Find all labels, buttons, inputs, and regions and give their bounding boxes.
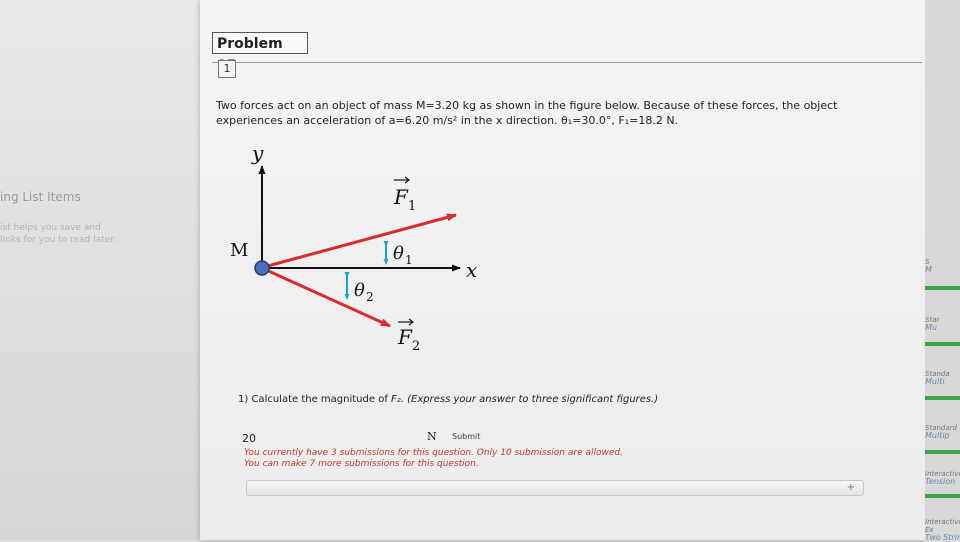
mass-label: M	[230, 240, 248, 261]
reading-list-title: ing List Items	[0, 190, 81, 204]
related-item-label-1: Interactive	[925, 470, 960, 478]
progress-bar	[925, 342, 960, 346]
related-item-label-1: Standa	[925, 370, 950, 378]
related-item-label-2: Multip	[925, 432, 950, 440]
related-item-label-1: Interactive Ex	[925, 518, 960, 534]
related-item-label-2: Multi	[925, 378, 945, 386]
progress-bar	[925, 450, 960, 454]
related-item[interactable]: Interactive Ex Two String	[925, 518, 960, 542]
related-item-label-1: S	[925, 258, 930, 266]
f2-label: F	[397, 325, 413, 349]
question-text-after: . (Express your answer to three signific…	[400, 394, 659, 405]
f1-label: F	[393, 185, 409, 209]
question-f2-symbol: F₂	[391, 394, 401, 405]
problem-text-line-2: experiences an acceleration of a=6.20 m/…	[216, 114, 679, 127]
theta1-subscript: 1	[405, 253, 413, 267]
theta2-symbol: θ	[354, 280, 365, 301]
x-axis-label: x	[466, 258, 477, 282]
question-text-before: Calculate the magnitude of	[251, 394, 388, 405]
related-item[interactable]: S M	[925, 258, 960, 274]
problem-text-line-1: Two forces act on an object of mass M=3.…	[216, 99, 838, 112]
related-item[interactable]: Interactive Tension	[925, 470, 960, 486]
f2-subscript: 2	[412, 339, 420, 354]
submission-status-line-1: You currently have 3 submissions for thi…	[244, 448, 623, 458]
question-prompt: 1) Calculate the magnitude of F₂. (Expre…	[238, 394, 658, 405]
title-divider	[212, 62, 922, 63]
related-item[interactable]: Standard Multip	[925, 424, 960, 440]
hint-bar[interactable]: +	[246, 480, 864, 496]
f1-subscript: 1	[408, 199, 416, 214]
progress-bar	[925, 286, 960, 290]
y-axis-label: y	[251, 141, 264, 165]
related-item-label-2: M	[925, 266, 932, 274]
related-item-label-1: Star	[925, 316, 940, 324]
progress-bar	[925, 494, 960, 498]
theta2-subscript: 2	[366, 290, 374, 304]
theta1-symbol: θ	[393, 243, 404, 264]
related-item-label-1: Standard	[925, 424, 957, 432]
reading-list-panel: ing List Items ist helps you save and li…	[0, 0, 200, 540]
reading-list-description: ist helps you save and links for you to …	[0, 223, 116, 245]
problem-statement: Two forces act on an object of mass M=3.…	[216, 98, 896, 128]
related-problems-panel: S M Star Mu Standa Multi Standard Multip…	[925, 0, 960, 542]
related-item-label-2: Tension	[925, 478, 956, 486]
submit-button[interactable]: Submit	[452, 432, 480, 441]
related-item[interactable]: Star Mu	[925, 316, 960, 332]
answer-unit: N	[427, 430, 437, 443]
answer-input[interactable]	[242, 430, 412, 446]
expand-icon[interactable]: +	[847, 482, 855, 493]
progress-bar	[925, 396, 960, 400]
submission-status-line-2: You can make 7 more submissions for this…	[244, 459, 479, 469]
question-number: 1)	[238, 394, 249, 405]
submission-status: You currently have 3 submissions for thi…	[244, 448, 623, 470]
mass-dot	[254, 260, 270, 276]
related-item-label-2: Mu	[925, 324, 937, 332]
force-diagram: y x M θ 1 θ 2 F 1 F 2	[230, 141, 477, 354]
part-number-tab[interactable]: 1	[218, 60, 236, 78]
force-f1-arrow	[263, 213, 457, 269]
related-item-label-2: Two String	[925, 534, 960, 542]
problem-title: Problem 15	[212, 32, 308, 74]
related-item[interactable]: Standa Multi	[925, 370, 960, 386]
problem-panel: Problem 15 1 Two forces act on an object…	[200, 0, 925, 540]
